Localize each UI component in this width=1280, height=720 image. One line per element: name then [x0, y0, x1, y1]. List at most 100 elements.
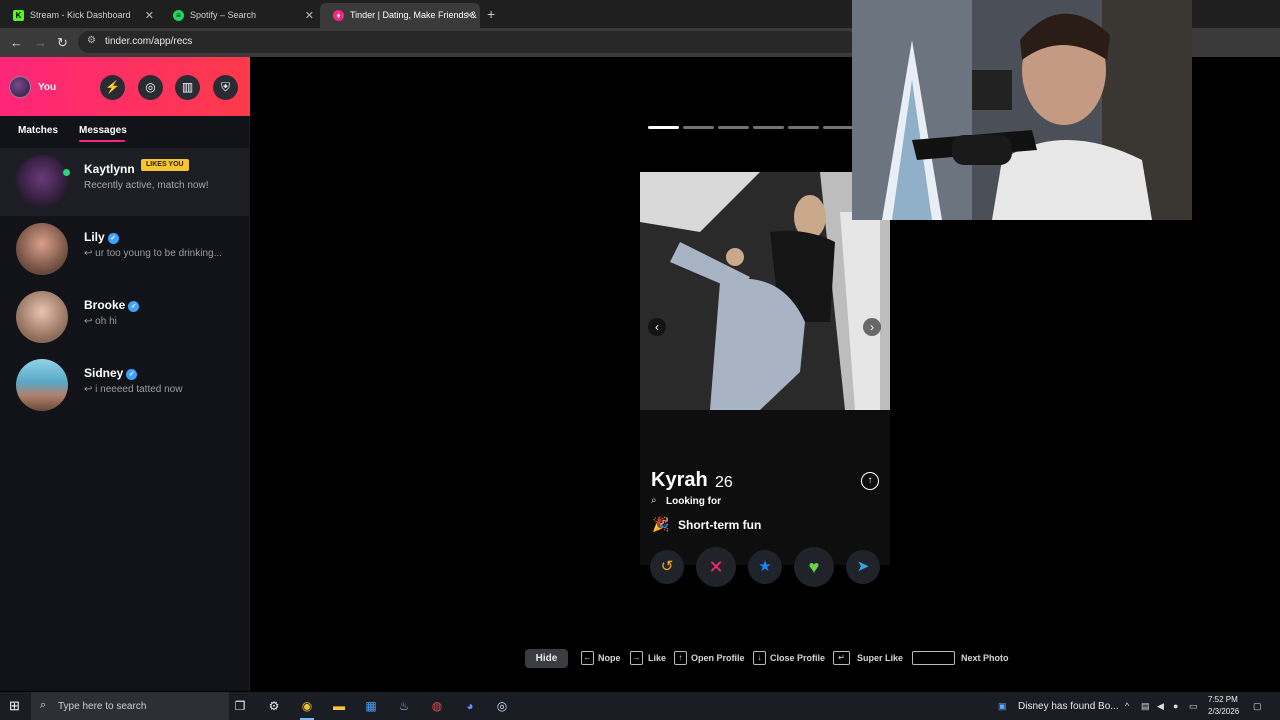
shortcut-nope-label: Nope — [598, 653, 621, 663]
verified-icon: ✓ — [128, 301, 140, 312]
task-view-icon[interactable]: ❐ — [231, 697, 249, 715]
conversation-name: Sidney ✓ — [84, 366, 138, 380]
display-icon[interactable]: ▭ — [1189, 701, 1198, 712]
boost-icon[interactable]: ⚡ — [100, 75, 125, 100]
shortcut-like-label: Like — [648, 653, 667, 663]
tab-messages[interactable]: Messages — [79, 125, 127, 136]
conversation-preview: Recently active, match now! — [84, 180, 209, 191]
webcam-overlay — [852, 0, 1192, 220]
app-icon[interactable]: ◎ — [493, 697, 511, 715]
notification-text[interactable]: Disney has found Bo... — [1018, 701, 1119, 712]
clock-time[interactable]: 7:52 PM — [1208, 695, 1238, 704]
forward-icon[interactable]: → — [34, 35, 47, 50]
super-like-button[interactable]: ★ — [748, 550, 782, 584]
explore-icon[interactable]: ◎ — [138, 75, 163, 100]
tinder-icon: ♦ — [333, 10, 344, 21]
close-tab-icon[interactable]: ✕ — [145, 9, 154, 22]
looking-for-label: Looking for — [666, 496, 721, 507]
avatar — [16, 359, 68, 411]
news-icon[interactable]: ▣ — [998, 701, 1007, 712]
party-icon: 🎉 — [652, 516, 670, 532]
list-item[interactable]: Sidney ✓ ↩ i neeeed tatted now — [0, 352, 250, 420]
avatar — [16, 291, 68, 343]
open-profile-icon[interactable]: ↑ — [861, 472, 879, 490]
online-indicator — [63, 169, 70, 176]
nope-icon: ✕ — [708, 557, 724, 577]
tab-title: Spotify – Search — [190, 10, 257, 20]
network-icon[interactable]: ▤ — [1141, 701, 1150, 712]
likes-you-badge: LIKES YOU — [141, 159, 189, 171]
photo-progress-segment — [648, 126, 679, 129]
close-tab-icon[interactable]: ✕ — [305, 9, 314, 22]
rewind-button[interactable]: ↺ — [650, 550, 684, 584]
photo-progress-segment — [788, 126, 819, 129]
tab-kick-dashboard[interactable]: K Stream - Kick Dashboard ✕ — [0, 3, 160, 28]
shortcut-open-profile-label: Open Profile — [691, 653, 745, 663]
avatar — [16, 155, 68, 207]
discord-icon[interactable]: ◕ — [461, 697, 479, 715]
hide-shortcuts-button[interactable]: Hide — [525, 649, 568, 668]
volume-icon[interactable]: ◀ — [1157, 701, 1164, 712]
notifications-icon[interactable]: ▢ — [1253, 701, 1262, 712]
steam-icon[interactable]: ♨ — [395, 697, 413, 715]
avatar[interactable] — [9, 76, 31, 98]
profile-label[interactable]: You — [38, 82, 56, 93]
shield-icon[interactable]: ⛨ — [213, 75, 238, 100]
list-item[interactable]: Lily ✓ ↩ ur too young to be drinking... — [0, 216, 250, 284]
profile-name: Kyrah — [651, 469, 708, 491]
list-item[interactable]: Kaytlynn LIKES YOU Recently active, matc… — [0, 148, 250, 216]
tab-spotify-search[interactable]: ≡ Spotify – Search ✕ — [160, 3, 320, 28]
boost-icon: ➤ — [856, 558, 870, 575]
conversation-name: Lily ✓ — [84, 230, 119, 244]
verified-icon: ✓ — [126, 369, 138, 380]
conversation-preview: ↩ i neeeed tatted now — [84, 384, 183, 395]
photo-progress-segment — [753, 126, 784, 129]
tab-tinder[interactable]: ♦ Tinder | Dating, Make Friends & ✕ — [320, 3, 480, 28]
kick-icon: K — [13, 10, 24, 21]
taskbar-search-input[interactable]: ⌕ Type here to search — [31, 692, 229, 720]
right-arrow-key-icon: → — [630, 651, 643, 665]
windows-start-icon[interactable]: ⊞ — [9, 698, 20, 714]
new-tab-icon[interactable]: + — [487, 6, 495, 22]
file-explorer-icon[interactable]: ▬ — [330, 697, 348, 715]
active-tab-indicator — [79, 140, 125, 142]
like-button[interactable]: ♥ — [794, 547, 834, 587]
chevron-up-icon[interactable]: ^ — [1125, 701, 1129, 711]
like-icon: ♥ — [808, 557, 820, 577]
back-icon[interactable]: ← — [10, 35, 23, 50]
conversation-preview: ↩ ur too young to be drinking... — [84, 248, 222, 259]
spotify-icon: ≡ — [173, 10, 184, 21]
boost-button[interactable]: ➤ — [846, 550, 880, 584]
down-arrow-key-icon: ↓ — [753, 651, 766, 665]
settings-icon[interactable]: ⚙ — [265, 697, 283, 715]
url-input[interactable]: ⚙ tinder.com/app/recs — [78, 31, 858, 53]
store-icon[interactable]: ▦ — [362, 697, 380, 715]
webcam-illustration — [852, 0, 1192, 220]
reload-icon[interactable]: ↻ — [57, 35, 68, 51]
obs-icon[interactable]: ◍ — [428, 697, 446, 715]
clock-date[interactable]: 2/3/2026 — [1208, 707, 1239, 716]
verified-icon: ✓ — [107, 233, 119, 244]
tab-title: Stream - Kick Dashboard — [30, 10, 131, 20]
super-like-icon: ★ — [758, 558, 772, 575]
sidebar: You ⚡ ◎ ▥ ⛨ Matches Messages Kaytlynn LI… — [0, 57, 250, 691]
chrome-icon[interactable]: ◉ — [298, 697, 316, 720]
search-icon: ⌕ — [651, 495, 657, 506]
tab-matches[interactable]: Matches — [18, 125, 58, 136]
close-tab-icon[interactable]: ✕ — [465, 9, 474, 22]
tab-title: Tinder | Dating, Make Friends & — [350, 10, 477, 20]
profile-age: 26 — [715, 474, 733, 491]
list-item[interactable]: Brooke ✓ ↩ oh hi — [0, 284, 250, 352]
briefcase-icon[interactable]: ▥ — [175, 75, 200, 100]
conversation-preview: ↩ oh hi — [84, 316, 117, 327]
photo-progress-segment — [683, 126, 714, 129]
shortcut-super-like-label: Super Like — [857, 653, 904, 663]
photo-progress-segment — [718, 126, 749, 129]
left-arrow-key-icon: ← — [581, 651, 594, 665]
search-icon: ⌕ — [40, 699, 47, 711]
previous-photo-icon[interactable]: ‹ — [648, 318, 666, 336]
nope-button[interactable]: ✕ — [696, 547, 736, 587]
site-info-icon[interactable]: ⚙ — [87, 35, 96, 46]
next-photo-icon[interactable]: › — [863, 318, 881, 336]
microphone-icon[interactable]: ● — [1173, 701, 1178, 711]
